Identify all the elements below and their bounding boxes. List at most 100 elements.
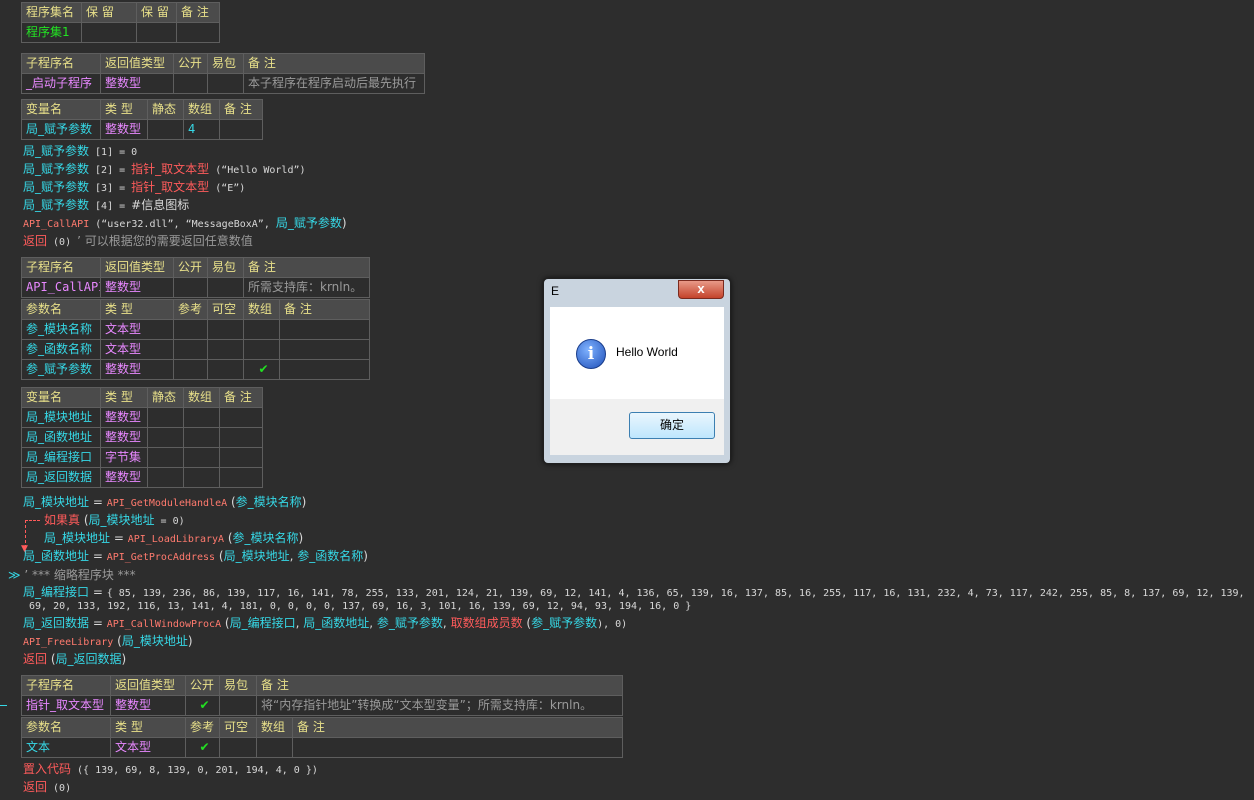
subroutine-name[interactable]: 指针_取文本型 — [21, 695, 111, 716]
code-line[interactable]: API_FreeLibrary (局_模块地址) — [23, 632, 193, 650]
param-type[interactable]: 文本型 — [100, 339, 174, 360]
var-array[interactable] — [183, 447, 220, 468]
var-static[interactable] — [147, 427, 184, 448]
param-ref[interactable] — [173, 339, 208, 360]
easy-pack-cell[interactable] — [207, 277, 244, 298]
param-remark[interactable] — [292, 737, 623, 758]
var-array[interactable] — [183, 427, 220, 448]
cell[interactable] — [176, 22, 220, 43]
close-icon[interactable]: x — [678, 280, 724, 299]
param-name[interactable]: 参_函数名称 — [21, 339, 101, 360]
param-remark[interactable] — [279, 319, 370, 340]
var-array[interactable] — [183, 467, 220, 488]
param-array[interactable] — [256, 737, 293, 758]
public-check-icon[interactable]: ✔ — [185, 695, 220, 716]
var-name[interactable]: 局_模块地址 — [21, 407, 101, 428]
var-static[interactable] — [147, 467, 184, 488]
param-name[interactable]: 参_赋予参数 — [21, 359, 101, 380]
param-type[interactable]: 文本型 — [100, 319, 174, 340]
var-name[interactable]: 局_函数地址 — [21, 427, 101, 448]
public-cell[interactable] — [173, 277, 208, 298]
param-remark[interactable] — [279, 339, 370, 360]
table-row[interactable]: 参_赋予参数 整数型 ✔ — [21, 359, 370, 380]
header-cell: 类 型 — [110, 717, 186, 738]
var-name[interactable]: 局_赋予参数 — [21, 119, 101, 140]
param-array[interactable] — [243, 339, 280, 360]
table-row[interactable]: 参_模块名称 文本型 — [21, 319, 370, 340]
code-line[interactable]: 返回 (0) — [23, 778, 71, 796]
remark-cell[interactable]: 所需支持库：krnln。 — [243, 277, 370, 298]
return-type[interactable]: 整数型 — [110, 695, 186, 716]
easy-pack-cell[interactable] — [207, 73, 244, 94]
code-line[interactable]: API_CallAPI (“user32.dll”, “MessageBoxA”… — [23, 214, 347, 232]
var-type[interactable]: 字节集 — [100, 447, 148, 468]
param-nullable[interactable] — [207, 339, 244, 360]
code-line-cont[interactable]: 69, 20, 133, 192, 116, 13, 141, 4, 181, … — [29, 596, 691, 614]
code-line[interactable]: 局_模块地址 = API_GetModuleHandleA (参_模块名称) — [23, 493, 306, 511]
var-remark[interactable] — [219, 119, 263, 140]
var-array[interactable]: 4 — [183, 119, 220, 140]
table-row[interactable]: 局_模块地址 整数型 — [21, 407, 263, 428]
param-array-check-icon[interactable]: ✔ — [243, 359, 280, 380]
param-ref[interactable] — [173, 319, 208, 340]
param-nullable[interactable] — [207, 319, 244, 340]
code-line[interactable]: 局_赋予参数 [3] = 指针_取文本型 (“E”) — [23, 178, 245, 196]
code-line[interactable]: 返回 (0) ’ 可以根据您的需要返回任意数值 — [23, 232, 253, 250]
remark-cell[interactable]: 本子程序在程序启动后最先执行 — [243, 73, 425, 94]
cell[interactable] — [81, 22, 137, 43]
var-remark[interactable] — [219, 427, 263, 448]
expand-marker-icon[interactable]: ≫ — [8, 568, 21, 582]
var-static[interactable] — [147, 447, 184, 468]
var-static[interactable] — [147, 119, 184, 140]
return-type[interactable]: 整数型 — [100, 73, 174, 94]
table-row[interactable]: 参_函数名称 文本型 — [21, 339, 370, 360]
param-ref[interactable] — [173, 359, 208, 380]
var-name[interactable]: 局_返回数据 — [21, 467, 101, 488]
code-args: (“Hello World”) — [209, 165, 306, 176]
easy-pack-cell[interactable] — [219, 695, 257, 716]
var-remark[interactable] — [219, 407, 263, 428]
var-remark[interactable] — [219, 467, 263, 488]
param-name[interactable]: 参_模块名称 — [21, 319, 101, 340]
code-text: ) — [121, 652, 127, 666]
var-name[interactable]: 局_编程接口 — [21, 447, 101, 468]
table-row[interactable]: 局_返回数据 整数型 — [21, 467, 263, 488]
var-array[interactable] — [183, 407, 220, 428]
param-name[interactable]: 文本 — [21, 737, 111, 758]
cell[interactable] — [136, 22, 177, 43]
code-line[interactable]: 局_赋予参数 [2] = 指针_取文本型 (“Hello World”) — [23, 160, 306, 178]
table-row[interactable]: 局_编程接口 字节集 — [21, 447, 263, 468]
param-remark[interactable] — [279, 359, 370, 380]
param-nullable[interactable] — [219, 737, 257, 758]
var-remark[interactable] — [219, 447, 263, 468]
collapsed-block[interactable]: ≫ ’ *** 缩略程序块 *** — [8, 566, 136, 584]
var-type[interactable]: 整数型 — [100, 119, 148, 140]
subroutine-name[interactable]: API_CallAPI — [21, 277, 101, 298]
param-array[interactable] — [243, 319, 280, 340]
public-cell[interactable] — [173, 73, 208, 94]
code-line[interactable]: 局_赋予参数 [1] = 0 — [23, 142, 137, 160]
param-nullable[interactable] — [207, 359, 244, 380]
ok-button[interactable]: 确定 — [629, 412, 715, 439]
table-row[interactable]: 文本 文本型 ✔ — [21, 737, 623, 758]
return-type[interactable]: 整数型 — [100, 277, 174, 298]
code-line[interactable]: 局_模块地址 = API_LoadLibraryA (参_模块名称) — [44, 529, 303, 547]
param-ref-check-icon[interactable]: ✔ — [185, 737, 220, 758]
code-line[interactable]: 置入代码 ({ 139, 69, 8, 139, 0, 201, 194, 4,… — [23, 760, 318, 778]
code-line[interactable]: 如果真 (局_模块地址 = 0) — [44, 511, 185, 529]
code-line[interactable]: 局_函数地址 = API_GetProcAddress (局_模块地址, 参_函… — [23, 547, 368, 565]
code-text: ( — [47, 652, 56, 666]
var-type[interactable]: 整数型 — [100, 467, 148, 488]
remark-cell[interactable]: 将“内存指针地址”转换成“文本型变量”；所需支持库：krnln。 — [256, 695, 623, 716]
var-static[interactable] — [147, 407, 184, 428]
param-type[interactable]: 整数型 — [100, 359, 174, 380]
code-line[interactable]: 局_赋予参数 [4] = #信息图标 — [23, 196, 189, 214]
code-line[interactable]: 返回 (局_返回数据) — [23, 650, 126, 668]
param-type[interactable]: 文本型 — [110, 737, 186, 758]
var-type[interactable]: 整数型 — [100, 427, 148, 448]
program-set-name[interactable]: 程序集1 — [21, 22, 82, 43]
code-line[interactable]: 局_返回数据 = API_CallWindowProcA (局_编程接口, 局_… — [23, 614, 627, 632]
table-row[interactable]: 局_函数地址 整数型 — [21, 427, 263, 448]
subroutine-name[interactable]: _启动子程序 — [21, 73, 101, 94]
var-type[interactable]: 整数型 — [100, 407, 148, 428]
